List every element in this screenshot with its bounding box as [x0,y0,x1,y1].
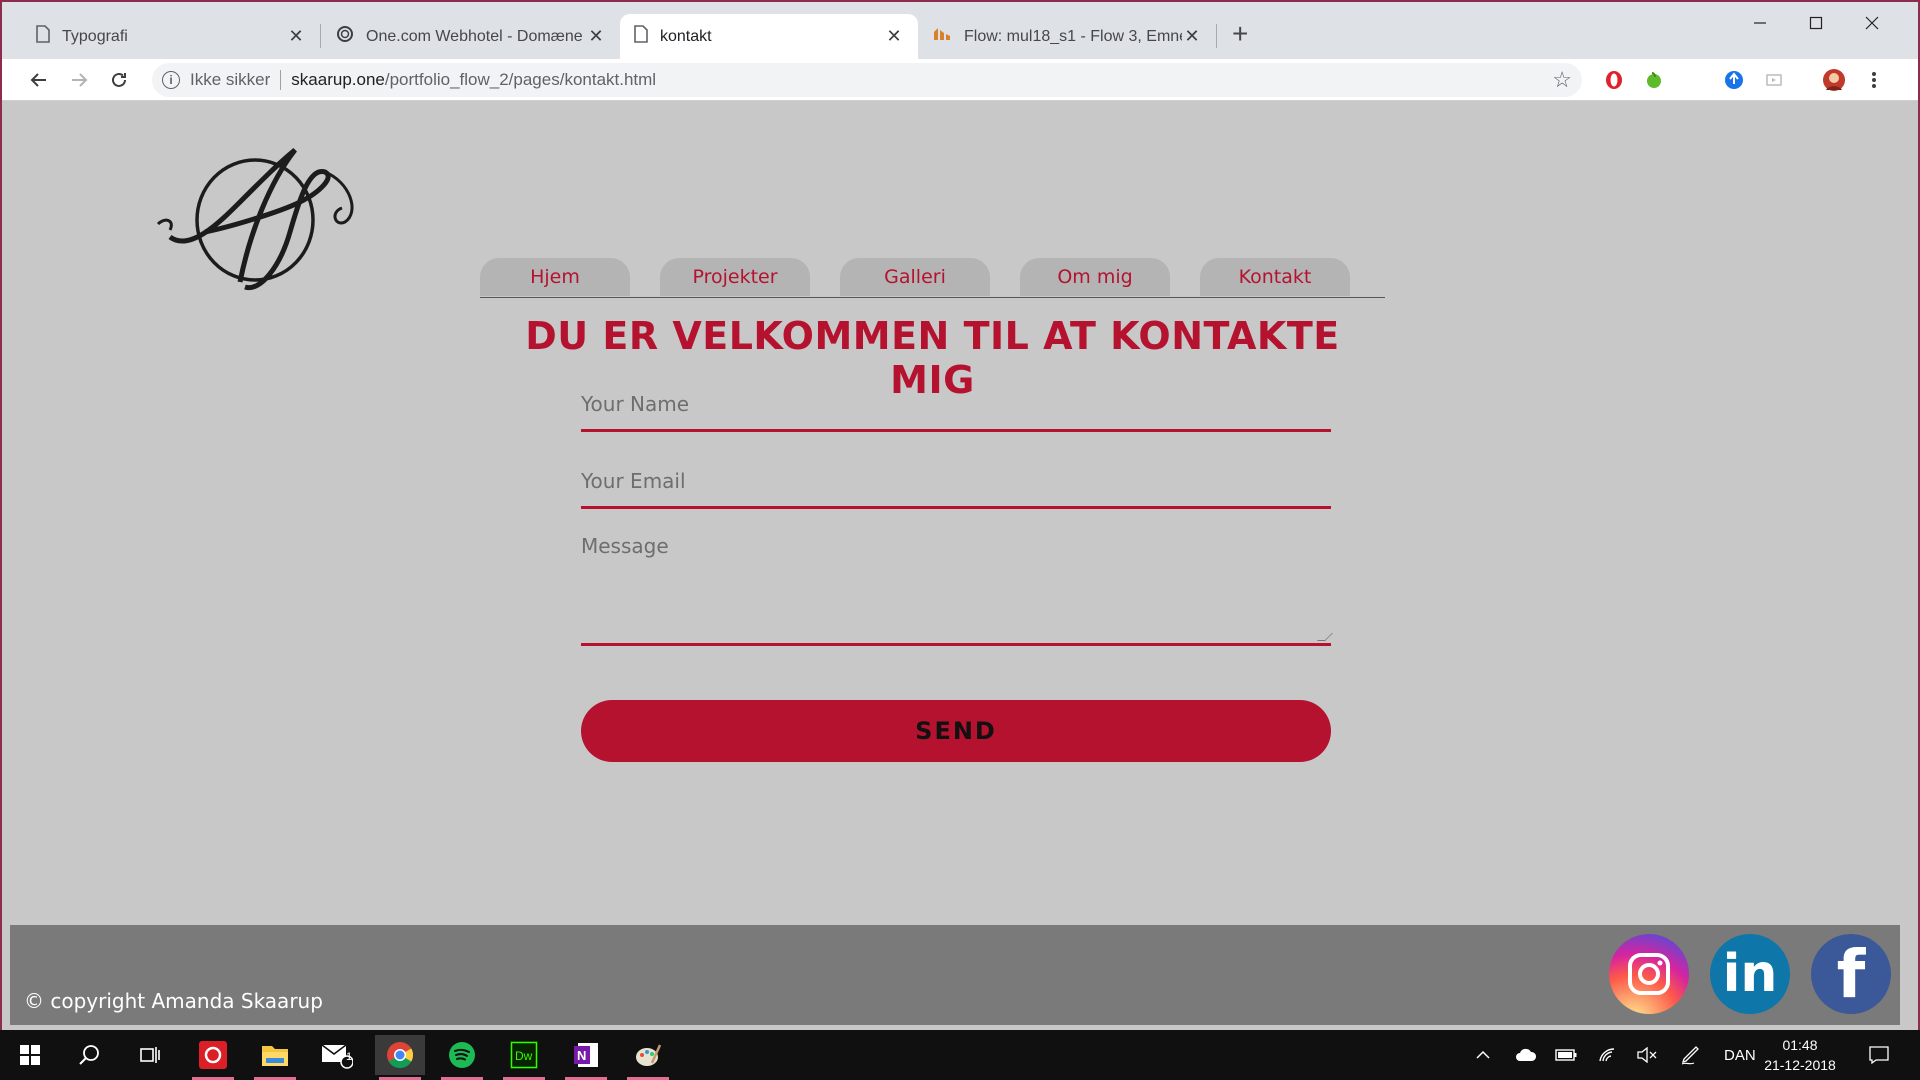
wifi-icon[interactable] [1598,1030,1618,1080]
creative-cloud-icon[interactable] [188,1035,238,1080]
url-path: /portfolio_flow_2/pages/kontakt.html [384,70,657,89]
tab-title: kontakt [660,27,712,45]
email-field[interactable]: Your Email [581,461,1331,509]
nav-kontakt[interactable]: Kontakt [1200,258,1350,296]
main-nav: Hjem Projekter Galleri Om mig Kontakt [480,258,1385,298]
paint-icon[interactable] [623,1035,673,1080]
nav-hjem[interactable]: Hjem [480,258,630,296]
browser-toolbar: i Ikke sikker skaarup.one /portfolio_flo… [2,59,1918,101]
svg-text:N: N [577,1048,586,1063]
facebook-icon[interactable]: f [1811,934,1891,1014]
onenote-icon[interactable]: N [561,1035,611,1080]
mail-badge: 1 [346,1051,353,1063]
opera-extension-icon[interactable] [1602,68,1626,92]
file-explorer-icon[interactable] [250,1035,300,1080]
search-icon[interactable] [65,1035,115,1075]
nav-om-mig[interactable]: Om mig [1020,258,1170,296]
show-hidden-icons-icon[interactable] [1475,1030,1491,1080]
message-field[interactable]: Message [581,526,1333,646]
update-extension-icon[interactable] [1722,68,1746,92]
menu-icon[interactable] [1862,68,1886,92]
message-placeholder: Message [581,534,669,558]
resize-handle-icon[interactable] [1317,633,1333,641]
battery-icon[interactable] [1555,1030,1577,1080]
mail-icon[interactable]: 1 [312,1035,362,1075]
volume-muted-icon[interactable] [1636,1030,1658,1080]
flow-icon [932,26,952,47]
minimize-button[interactable] [1732,8,1788,38]
tab-separator [1216,24,1217,48]
divider [280,70,282,90]
one-com-icon [336,25,354,48]
tab-typografi[interactable]: Typografi ✕ [22,14,320,59]
document-icon [634,25,648,48]
name-field[interactable]: Your Name [581,384,1331,432]
onedrive-icon[interactable] [1515,1030,1537,1080]
bookmark-star-icon[interactable]: ☆ [1552,67,1572,93]
close-icon[interactable]: ✕ [884,26,904,47]
clock[interactable]: 01:48 21-12-2018 [1760,1035,1840,1075]
close-icon[interactable]: ✕ [586,26,606,47]
new-tab-button[interactable]: + [1232,20,1248,48]
profile-avatar[interactable] [1822,68,1846,92]
close-icon[interactable]: ✕ [1182,26,1202,47]
clock-date: 21-12-2018 [1764,1057,1836,1073]
tab-title: One.com Webhotel - Domæne [366,27,583,45]
browser-window: Typografi ✕ One.com Webhotel - Domæne ✕ … [0,0,1920,1030]
svg-text:Dw: Dw [515,1049,533,1063]
tab-flow[interactable]: Flow: mul18_s1 - Flow 3, Emne: Fl ✕ [918,14,1216,59]
task-view-icon[interactable] [125,1035,175,1075]
info-icon[interactable]: i [162,71,180,89]
cast-extension-icon[interactable] [1762,68,1786,92]
spotify-icon[interactable] [437,1035,487,1080]
close-window-button[interactable] [1844,8,1900,38]
address-bar[interactable]: i Ikke sikker skaarup.one /portfolio_flo… [152,63,1582,97]
tab-kontakt[interactable]: kontakt ✕ [620,14,918,59]
send-button[interactable]: SEND [581,700,1331,762]
tab-title: Typografi [62,27,128,45]
evernote-extension-icon[interactable] [1642,68,1666,92]
notifications-icon[interactable] [1868,1030,1890,1080]
nav-projekter[interactable]: Projekter [660,258,810,296]
clock-time: 01:48 [1782,1037,1818,1053]
footer: © copyright Amanda Skaarup in f [10,925,1900,1025]
forward-button[interactable] [64,65,94,95]
logo[interactable] [150,142,370,302]
taskbar: 1 Dw N DAN 01:48 21-12-2018 [0,1030,1920,1080]
dreamweaver-icon[interactable]: Dw [499,1035,549,1080]
url-host: skaarup.one [291,70,385,89]
language-indicator[interactable]: DAN [1724,1030,1756,1080]
linkedin-icon[interactable]: in [1710,934,1790,1014]
windows-start-icon[interactable] [5,1035,55,1075]
pen-icon[interactable] [1680,1030,1702,1080]
tab-separator [320,24,321,48]
close-icon[interactable]: ✕ [286,26,306,47]
document-icon [36,25,50,48]
tab-bar: Typografi ✕ One.com Webhotel - Domæne ✕ … [2,2,1918,59]
security-label: Ikke sikker [190,70,271,89]
page-content: Hjem Projekter Galleri Om mig Kontakt DU… [10,102,1900,1025]
nav-galleri[interactable]: Galleri [840,258,990,296]
reload-button[interactable] [104,65,134,95]
tab-title: Flow: mul18_s1 - Flow 3, Emne: Fl [964,27,1182,45]
maximize-button[interactable] [1788,8,1844,38]
back-button[interactable] [24,65,54,95]
instagram-icon[interactable] [1609,934,1689,1014]
copyright-text: © copyright Amanda Skaarup [24,989,323,1013]
chrome-icon[interactable] [375,1035,425,1080]
tab-one-com[interactable]: One.com Webhotel - Domæne ✕ [322,14,620,59]
